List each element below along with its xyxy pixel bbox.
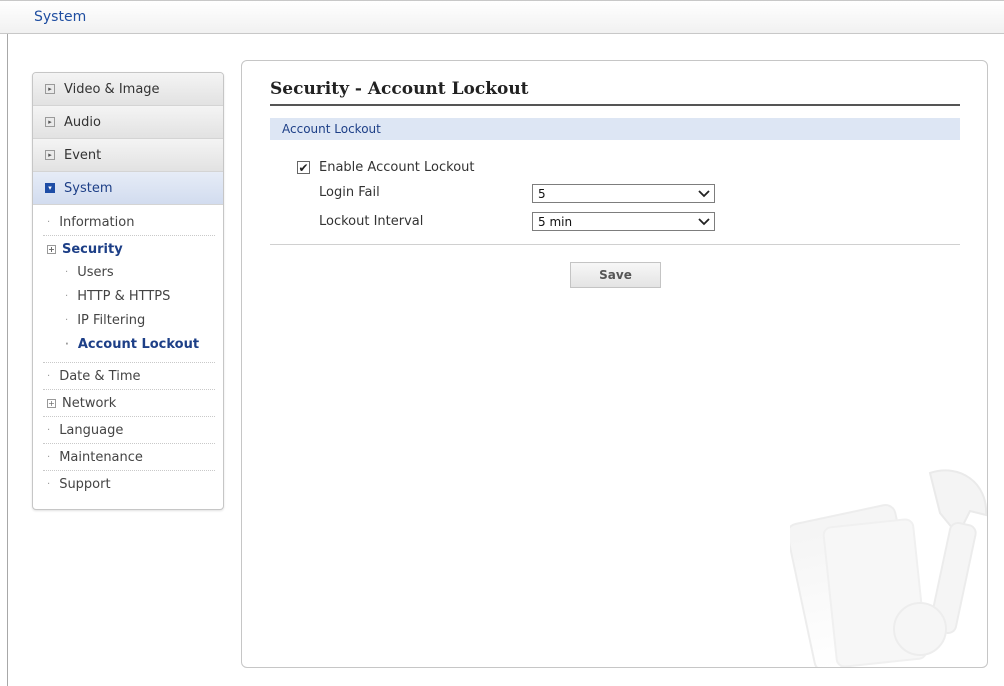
sidebar-item-label: HTTP & HTTPS <box>77 288 171 304</box>
sidebar-item-users[interactable]: · Users <box>43 260 215 284</box>
sidebar-item-label: Users <box>77 264 114 280</box>
sidebar-category-audio[interactable]: ▸ Audio <box>33 106 223 139</box>
collapsed-box-icon: ▸ <box>45 117 55 127</box>
sidebar-category-label: Audio <box>64 114 101 130</box>
bullet-icon: · <box>65 338 69 350</box>
sidebar-item-network[interactable]: + Network <box>43 390 215 417</box>
lockout-interval-select[interactable]: 5 min <box>532 212 715 231</box>
sidebar-item-label: Support <box>59 477 111 492</box>
bullet-icon: · <box>65 290 69 302</box>
bullet-icon: · <box>47 424 51 436</box>
section-header-label: Account Lockout <box>282 122 381 136</box>
sidebar-item-support[interactable]: · Support <box>43 471 215 498</box>
login-fail-select[interactable]: 5 <box>532 184 715 203</box>
sidebar-category-label: System <box>64 180 113 196</box>
collapsed-box-icon: ▸ <box>45 150 55 160</box>
collapsed-box-icon: ▸ <box>45 84 55 94</box>
security-group: + Security · Users · HTTP & HTTPS · IP F… <box>43 238 215 363</box>
section-header: Account Lockout <box>270 118 960 140</box>
sidebar-item-date-time[interactable]: · Date & Time <box>43 363 215 390</box>
lockout-interval-label: Lockout Interval <box>319 214 424 229</box>
sidebar-item-security[interactable]: + Security <box>43 238 215 260</box>
sidebar-category-video-image[interactable]: ▸ Video & Image <box>33 73 223 106</box>
sidebar: ▸ Video & Image ▸ Audio ▸ Event ▾ System… <box>32 72 224 510</box>
sidebar-category-event[interactable]: ▸ Event <box>33 139 223 172</box>
sidebar-item-label: IP Filtering <box>77 312 146 328</box>
plus-box-icon: + <box>47 244 56 254</box>
bullet-icon: · <box>47 370 51 382</box>
sidebar-item-account-lockout[interactable]: · Account Lockout <box>43 332 215 356</box>
sidebar-item-information[interactable]: · Information <box>43 209 215 236</box>
plus-box-icon: + <box>47 398 56 408</box>
sidebar-item-label: Account Lockout <box>77 336 200 352</box>
tools-watermark-icon <box>790 469 987 667</box>
lockout-interval-row: Lockout Interval <box>319 214 423 229</box>
chevron-down-icon <box>698 185 710 206</box>
sidebar-item-label: Language <box>59 422 124 438</box>
enable-lockout-row: ✔ Enable Account Lockout <box>297 160 475 175</box>
save-button-label: Save <box>599 268 632 282</box>
save-button[interactable]: Save <box>570 262 661 288</box>
sidebar-item-label: Security <box>62 241 123 257</box>
page-header-title: System <box>34 9 87 25</box>
bullet-icon: · <box>47 479 51 490</box>
bullet-icon: · <box>47 451 51 463</box>
login-fail-value: 5 <box>538 186 546 201</box>
bullet-icon: · <box>47 216 51 228</box>
main-panel: Security - Account Lockout Account Locko… <box>241 60 988 668</box>
chevron-down-icon <box>698 213 710 234</box>
login-fail-row: Login Fail <box>319 185 380 200</box>
title-divider <box>270 104 960 106</box>
frame-border <box>7 34 8 686</box>
bullet-icon: · <box>65 314 69 326</box>
login-fail-label: Login Fail <box>319 185 380 200</box>
system-submenu: · Information + Security · Users · HTTP … <box>33 205 223 498</box>
sidebar-item-ip-filtering[interactable]: · IP Filtering <box>43 308 215 332</box>
lockout-interval-value: 5 min <box>538 214 573 229</box>
sidebar-item-label: Information <box>59 214 135 230</box>
sidebar-item-language[interactable]: · Language <box>43 417 215 444</box>
bullet-icon: · <box>65 266 69 278</box>
sidebar-category-label: Event <box>64 147 102 163</box>
enable-lockout-label: Enable Account Lockout <box>319 160 475 175</box>
sidebar-item-http-https[interactable]: · HTTP & HTTPS <box>43 284 215 308</box>
page-title: Security - Account Lockout <box>270 79 529 99</box>
sidebar-category-label: Video & Image <box>64 81 160 97</box>
sidebar-item-label: Date & Time <box>59 368 141 384</box>
sidebar-item-label: Network <box>62 395 117 411</box>
top-bar: System <box>0 0 1004 34</box>
sidebar-item-maintenance[interactable]: · Maintenance <box>43 444 215 471</box>
enable-lockout-checkbox[interactable]: ✔ <box>297 161 310 174</box>
sidebar-category-system[interactable]: ▾ System <box>33 172 223 205</box>
form-divider <box>270 244 960 245</box>
sidebar-item-label: Maintenance <box>59 449 143 465</box>
expanded-checkbox-icon: ▾ <box>45 183 55 193</box>
